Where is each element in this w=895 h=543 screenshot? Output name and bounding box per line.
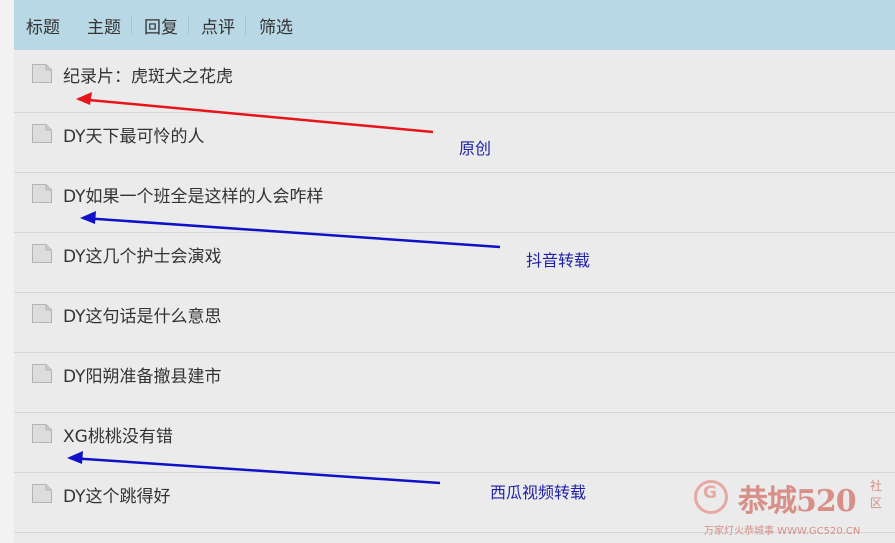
thread-title[interactable]: DY阳朔准备撤县建市 bbox=[63, 362, 222, 387]
document-icon bbox=[32, 484, 52, 503]
document-icon bbox=[32, 64, 52, 83]
document-icon bbox=[32, 244, 52, 263]
filter-reply[interactable]: 回复 bbox=[144, 13, 178, 38]
thread-title[interactable]: DY这句话是什么意思 bbox=[63, 302, 222, 327]
thread-row[interactable]: XG桃桃没有错 bbox=[14, 413, 895, 473]
filter-divider bbox=[188, 15, 189, 35]
document-icon bbox=[32, 184, 52, 203]
annotation-xigua-repost: 西瓜视频转载 bbox=[490, 483, 587, 502]
thread-title[interactable]: DY这几个护士会演戏 bbox=[63, 242, 222, 267]
thread-row[interactable]: DY天下最可怜的人 bbox=[14, 113, 895, 173]
filter-divider bbox=[245, 15, 246, 35]
document-icon bbox=[32, 304, 52, 323]
filter-review[interactable]: 点评 bbox=[201, 13, 235, 38]
filter-screen[interactable]: 筛选 bbox=[259, 13, 293, 38]
thread-title[interactable]: 纪录片：虎斑犬之花虎 bbox=[63, 62, 233, 87]
document-icon bbox=[32, 124, 52, 143]
page-left-strip bbox=[0, 0, 14, 543]
watermark-main-text: 恭城520 bbox=[738, 484, 857, 519]
thread-title[interactable]: XG桃桃没有错 bbox=[63, 422, 173, 447]
filter-topic[interactable]: 主题 bbox=[87, 13, 121, 38]
watermark-sub-text: 万家灯火恭城事 WWW.GC520.CN bbox=[704, 526, 861, 537]
watermark-logo-glyph: G bbox=[703, 483, 717, 503]
document-icon bbox=[32, 424, 52, 443]
thread-title[interactable]: DY这个跳得好 bbox=[63, 482, 171, 507]
annotation-douyin-repost: 抖音转载 bbox=[526, 251, 591, 270]
thread-title[interactable]: DY天下最可怜的人 bbox=[63, 122, 205, 147]
thread-row[interactable]: 纪录片：虎斑犬之花虎 bbox=[14, 53, 895, 113]
annotation-original: 原创 bbox=[459, 139, 492, 158]
filter-divider bbox=[131, 15, 132, 35]
thread-row[interactable]: DY阳朔准备撤县建市 bbox=[14, 353, 895, 413]
thread-list-header: 标题 主题 回复 点评 筛选 bbox=[14, 0, 895, 50]
document-icon bbox=[32, 364, 52, 383]
thread-row[interactable]: DY这几个护士会演戏 bbox=[14, 233, 895, 293]
thread-row[interactable]: DY这句话是什么意思 bbox=[14, 293, 895, 353]
watermark-side-text: 社区 bbox=[870, 479, 883, 510]
thread-title[interactable]: DY如果一个班全是这样的人会咋样 bbox=[63, 182, 324, 207]
thread-row[interactable]: DY如果一个班全是这样的人会咋样 bbox=[14, 173, 895, 233]
column-title-label: 标题 bbox=[26, 18, 60, 38]
watermark: G 恭城520 社区 万家灯火恭城事 WWW.GC520.CN bbox=[694, 476, 890, 540]
thread-list-panel: 标题 主题 回复 点评 筛选 纪录片：虎斑犬之花虎 DY天下最可怜的人 DY如果… bbox=[14, 0, 895, 543]
